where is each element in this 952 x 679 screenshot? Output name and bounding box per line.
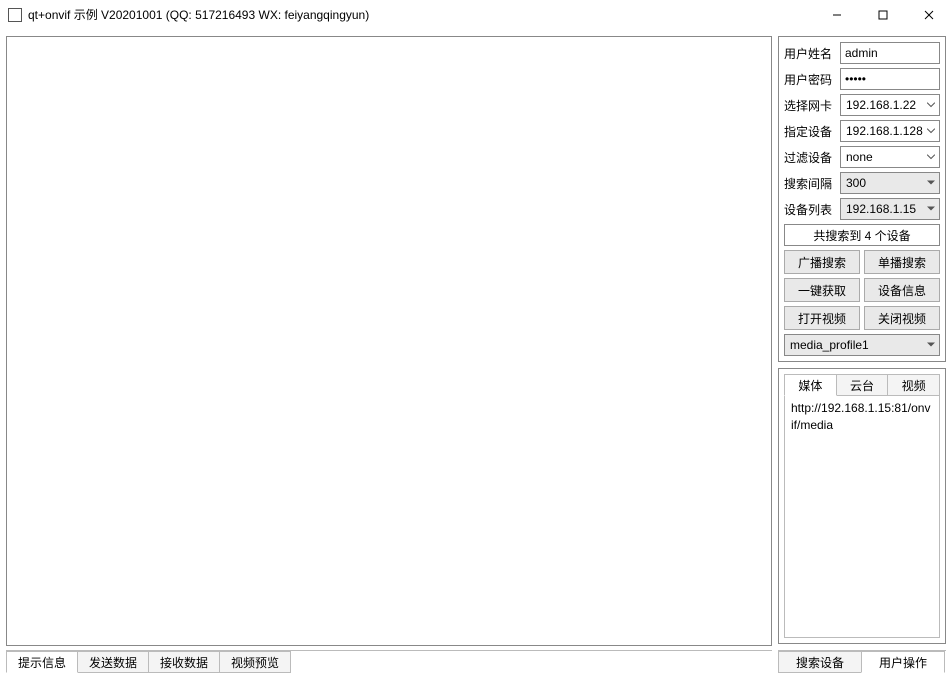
app-icon [8, 8, 22, 22]
interval-label: 搜索间隔 [784, 175, 836, 192]
device-value: 192.168.1.128 [846, 124, 923, 138]
video-preview-area [6, 36, 772, 646]
one-click-fetch-button[interactable]: 一键获取 [784, 278, 860, 302]
nic-select[interactable]: 192.168.1.22 [840, 94, 940, 116]
maximize-button[interactable] [860, 0, 906, 29]
caret-down-icon [927, 343, 935, 348]
device-select[interactable]: 192.168.1.128 [840, 120, 940, 142]
info-panel: 媒体 云台 视频 http://192.168.1.15:81/onvif/me… [778, 368, 946, 644]
tab-media[interactable]: 媒体 [784, 374, 837, 396]
devlist-value: 192.168.1.15 [846, 202, 916, 216]
tab-video-preview[interactable]: 视频预览 [219, 651, 291, 673]
nic-value: 192.168.1.22 [846, 98, 916, 112]
filter-value: none [846, 150, 873, 164]
settings-panel: 用户姓名 用户密码 选择网卡 192.168.1.22 指定设备 [778, 36, 946, 362]
minimize-button[interactable] [814, 0, 860, 29]
device-info-button[interactable]: 设备信息 [864, 278, 940, 302]
broadcast-search-button[interactable]: 广播搜索 [784, 250, 860, 274]
profile-value: media_profile1 [790, 338, 869, 352]
caret-down-icon [927, 181, 935, 186]
filter-select[interactable]: none [840, 146, 940, 168]
window-title: qt+onvif 示例 V20201001 (QQ: 517216493 WX:… [28, 6, 814, 23]
password-input[interactable] [840, 68, 940, 90]
nic-label: 选择网卡 [784, 97, 836, 114]
devlist-select[interactable]: 192.168.1.15 [840, 198, 940, 220]
devlist-label: 设备列表 [784, 201, 836, 218]
info-content: http://192.168.1.15:81/onvif/media [784, 395, 940, 638]
username-input[interactable] [840, 42, 940, 64]
open-video-button[interactable]: 打开视频 [784, 306, 860, 330]
interval-value: 300 [846, 176, 866, 190]
password-label: 用户密码 [784, 71, 836, 88]
filter-label: 过滤设备 [784, 149, 836, 166]
tab-send-data[interactable]: 发送数据 [77, 651, 149, 673]
interval-select[interactable]: 300 [840, 172, 940, 194]
tab-hint-info[interactable]: 提示信息 [6, 651, 78, 673]
chevron-down-icon [927, 103, 935, 108]
tab-search-device[interactable]: 搜索设备 [778, 651, 862, 673]
tab-user-operation[interactable]: 用户操作 [861, 651, 945, 673]
caret-down-icon [927, 207, 935, 212]
device-label: 指定设备 [784, 123, 836, 140]
chevron-down-icon [927, 129, 935, 134]
profile-select[interactable]: media_profile1 [784, 334, 940, 356]
close-button[interactable] [906, 0, 952, 29]
chevron-down-icon [927, 155, 935, 160]
search-status: 共搜索到 4 个设备 [784, 224, 940, 246]
username-label: 用户姓名 [784, 45, 836, 62]
tab-ptz[interactable]: 云台 [836, 374, 889, 396]
tab-recv-data[interactable]: 接收数据 [148, 651, 220, 673]
tab-video[interactable]: 视频 [887, 374, 940, 396]
unicast-search-button[interactable]: 单播搜索 [864, 250, 940, 274]
title-bar: qt+onvif 示例 V20201001 (QQ: 517216493 WX:… [0, 0, 952, 30]
close-video-button[interactable]: 关闭视频 [864, 306, 940, 330]
